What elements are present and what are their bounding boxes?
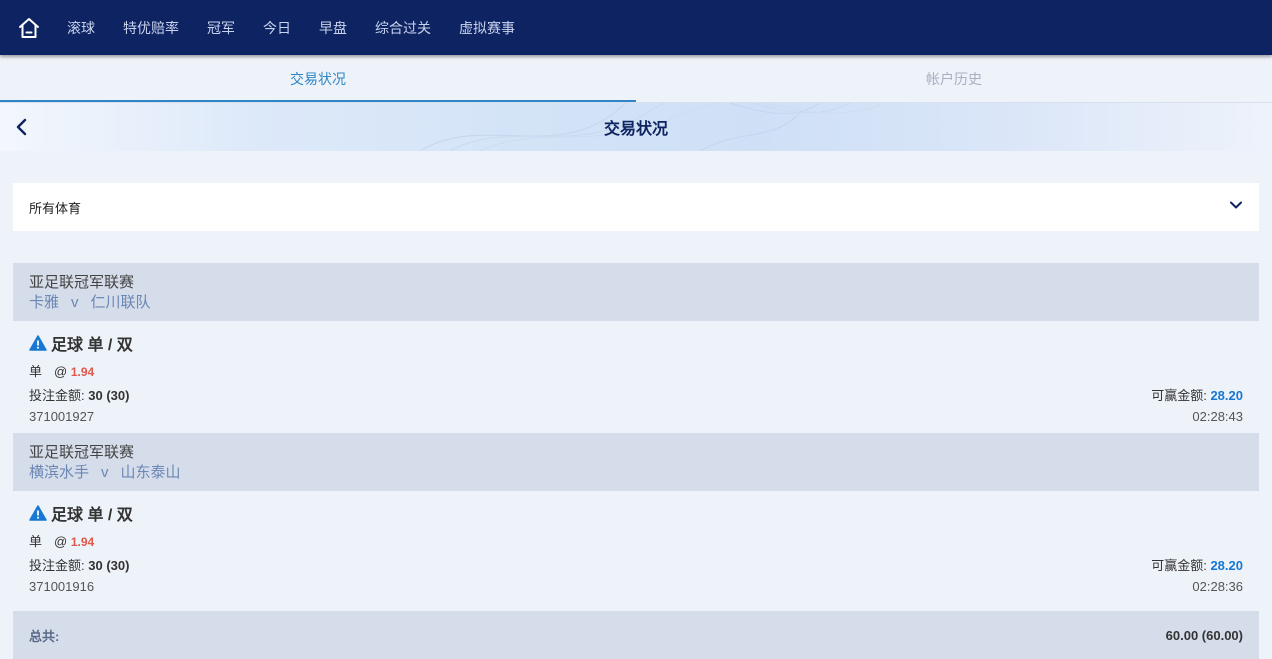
nav-item-outright[interactable]: 冠军 xyxy=(193,18,249,38)
match-teams: 卡雅 v 仁川联队 xyxy=(29,293,1243,313)
stake-label: 投注金额: xyxy=(29,388,85,403)
selection-name: 单 xyxy=(29,534,43,549)
tab-bar: 交易状况 帐户历史 xyxy=(0,55,1272,103)
league-name: 亚足联冠军联赛 xyxy=(29,273,135,291)
bet-header: 亚足联冠军联赛 卡雅 v 仁川联队 xyxy=(13,263,1259,321)
stake-row: 投注金额: 30 (30) xyxy=(29,555,129,574)
market-name: 足球 单 / 双 xyxy=(51,337,133,354)
win-label: 可赢金额: xyxy=(1151,558,1207,573)
nav-item-parlay[interactable]: 综合过关 xyxy=(361,18,445,38)
nav-item-virtual[interactable]: 虚拟赛事 xyxy=(445,18,529,38)
bet-time: 02:28:36 xyxy=(1192,579,1243,594)
win-value: 28.20 xyxy=(1210,558,1243,573)
sport-filter-dropdown[interactable]: 所有体育 xyxy=(13,183,1259,231)
home-icon[interactable] xyxy=(15,14,43,42)
home-team: 横滨水手 xyxy=(29,463,90,481)
win-value: 28.20 xyxy=(1210,388,1243,403)
top-navigation: 滚球 特优赔率 冠军 今日 早盘 综合过关 虚拟赛事 xyxy=(0,0,1272,55)
page-title: 交易状况 xyxy=(603,121,668,138)
bet-detail: 足球 单 / 双 单 @ 1.94 投注金额: 30 (30) 371001927… xyxy=(13,321,1259,433)
bet-selection: 单 @ 1.94 xyxy=(29,531,94,550)
at-symbol: @ xyxy=(54,534,68,549)
odds-value: 1.94 xyxy=(70,535,95,549)
bet-time: 02:28:43 xyxy=(1192,409,1243,424)
bet-detail: 足球 单 / 双 单 @ 1.94 投注金额: 30 (30) 371001916… xyxy=(13,491,1259,603)
bet-header: 亚足联冠军联赛 横滨水手 v 山东泰山 xyxy=(13,433,1259,491)
at-symbol: @ xyxy=(54,364,68,379)
bet-market: 足球 单 / 双 xyxy=(29,331,133,355)
bet-market: 足球 单 / 双 xyxy=(29,501,133,525)
total-row: 总共: 60.00 (60.00) xyxy=(13,611,1259,659)
nav-item-live[interactable]: 滚球 xyxy=(53,18,109,38)
stake-label: 投注金额: xyxy=(29,558,85,573)
warning-icon xyxy=(29,505,47,521)
stake-value: 30 (30) xyxy=(88,388,130,403)
versus-label: v xyxy=(71,293,79,311)
potential-win-row: 可赢金额: 28.20 xyxy=(1151,385,1243,404)
sport-filter-value: 所有体育 xyxy=(29,200,82,216)
league-name: 亚足联冠军联赛 xyxy=(29,443,135,461)
chevron-down-icon xyxy=(1229,198,1243,217)
bet-list: 亚足联冠军联赛 卡雅 v 仁川联队 足球 单 / 双 单 @ 1.94 投注金额: 3… xyxy=(13,263,1259,659)
ticket-id: 371001916 xyxy=(29,579,95,594)
away-team: 仁川联队 xyxy=(90,293,151,311)
total-label: 总共: xyxy=(29,628,60,644)
tab-bet-status[interactable]: 交易状况 xyxy=(0,55,636,102)
warning-icon xyxy=(29,335,47,351)
stake-row: 投注金额: 30 (30) xyxy=(29,385,129,404)
tab-account-history[interactable]: 帐户历史 xyxy=(636,55,1272,102)
bet-selection: 单 @ 1.94 xyxy=(29,361,94,380)
away-team: 山东泰山 xyxy=(120,463,181,481)
odds-value: 1.94 xyxy=(70,365,95,379)
potential-win-row: 可赢金额: 28.20 xyxy=(1151,555,1243,574)
total-value: 60.00 (60.00) xyxy=(1165,627,1243,643)
page-header: 交易状况 xyxy=(0,103,1272,151)
nav-item-special-odds[interactable]: 特优赔率 xyxy=(109,18,193,38)
versus-label: v xyxy=(101,463,109,481)
win-label: 可赢金额: xyxy=(1151,388,1207,403)
chevron-left-icon[interactable] xyxy=(12,117,32,137)
nav-item-today[interactable]: 今日 xyxy=(249,18,305,38)
market-name: 足球 单 / 双 xyxy=(51,507,133,524)
home-team: 卡雅 xyxy=(29,293,60,311)
stake-value: 30 (30) xyxy=(88,558,130,573)
nav-item-early[interactable]: 早盘 xyxy=(305,18,361,38)
ticket-id: 371001927 xyxy=(29,409,95,424)
selection-name: 单 xyxy=(29,364,43,379)
match-teams: 横滨水手 v 山东泰山 xyxy=(29,463,1243,483)
